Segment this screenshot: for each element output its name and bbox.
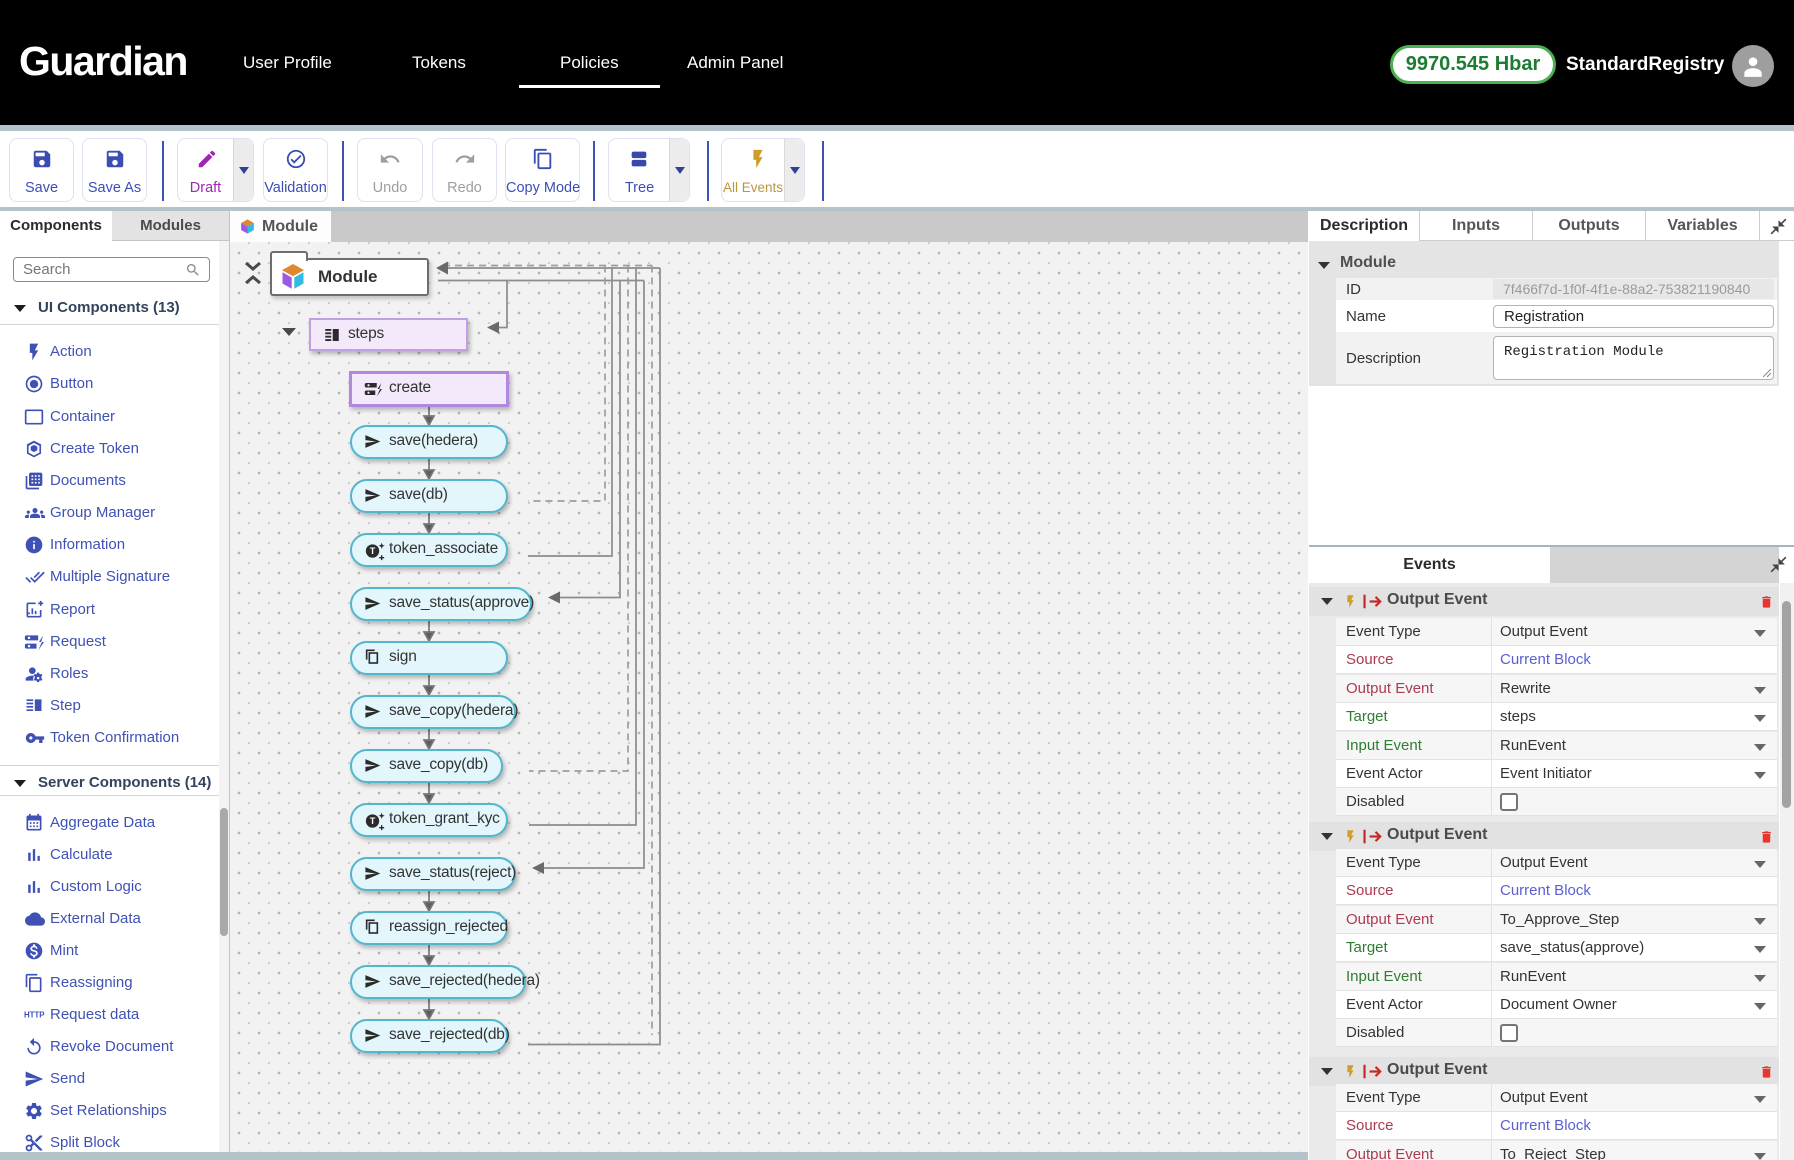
svg-text:T: T: [370, 546, 376, 556]
svg-text:T: T: [370, 816, 376, 826]
svg-text:HTTP: HTTP: [24, 1011, 45, 1020]
